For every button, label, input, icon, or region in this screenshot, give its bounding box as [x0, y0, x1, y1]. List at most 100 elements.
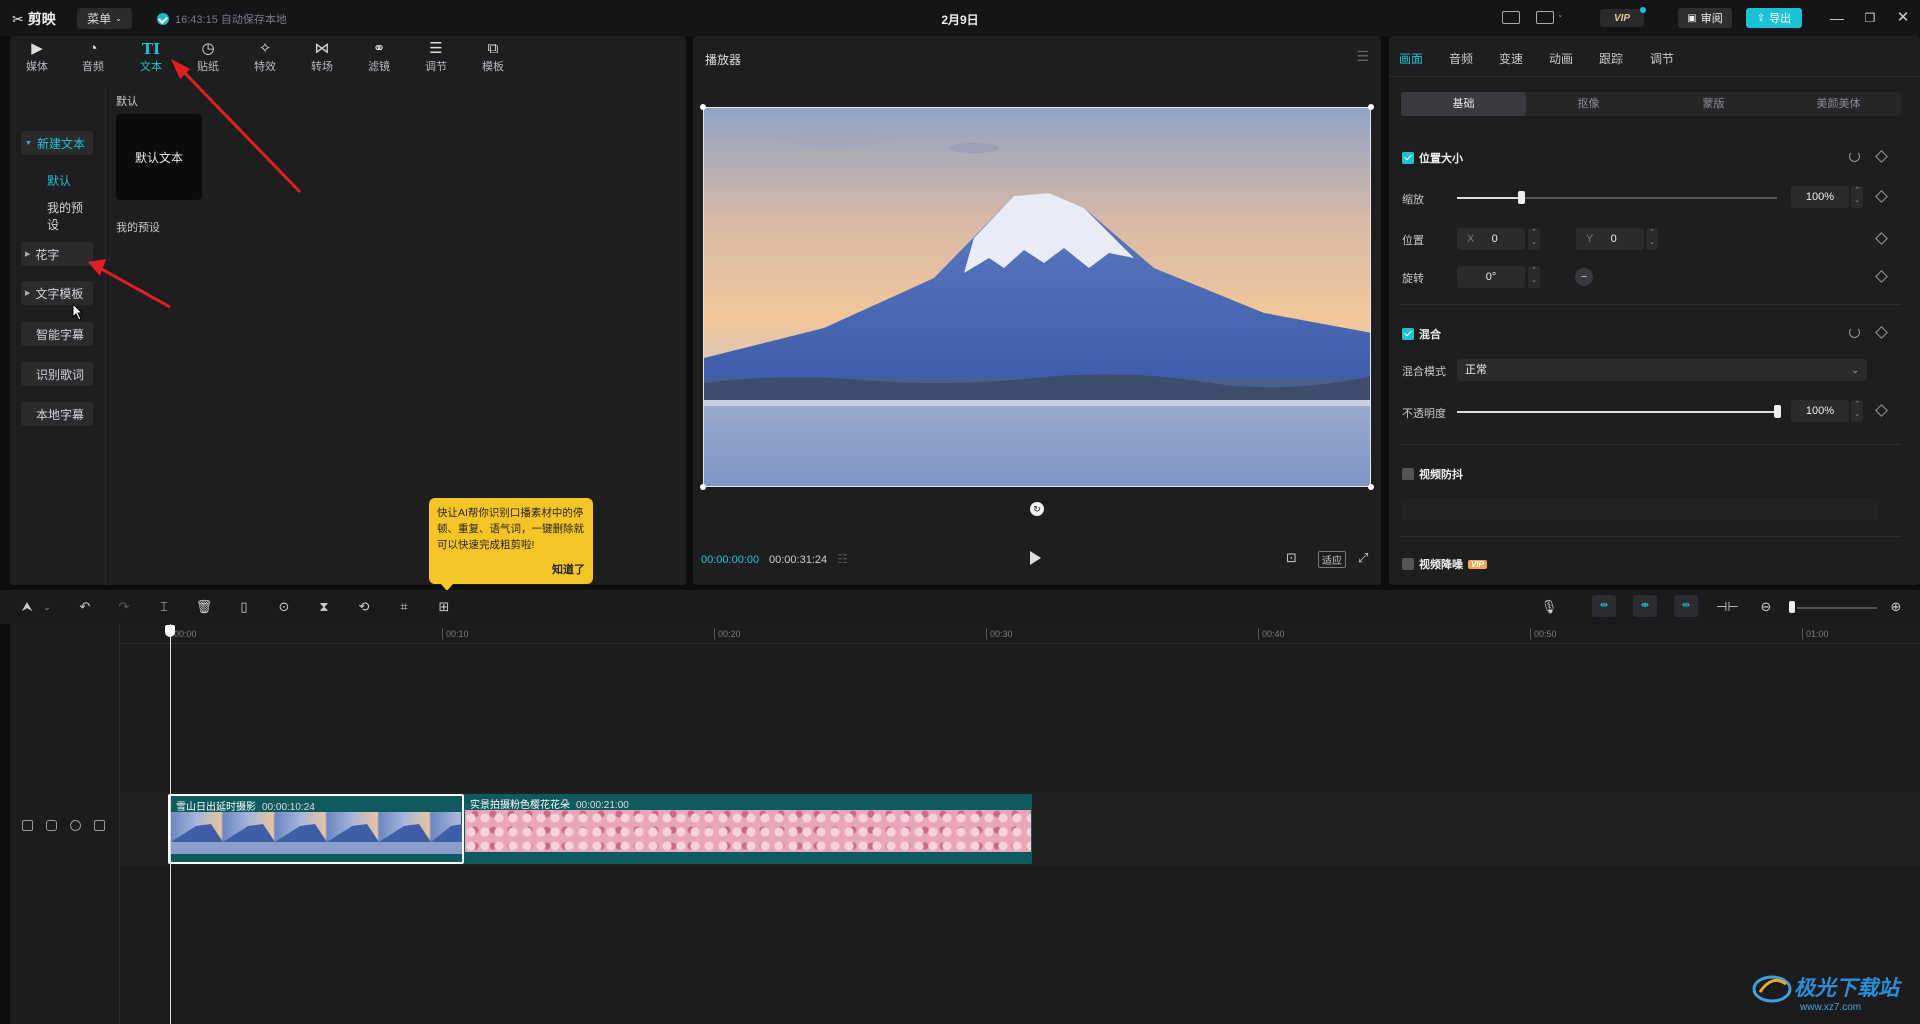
rotate-dial-icon[interactable]: –	[1575, 268, 1593, 286]
chevron-down-icon[interactable]: ⌄	[1557, 10, 1564, 19]
checkbox-unchecked-icon[interactable]	[1402, 558, 1414, 570]
subtab-basic[interactable]: 基础	[1401, 92, 1526, 116]
tab-picture[interactable]: 画面	[1399, 50, 1423, 67]
subtab-mask[interactable]: 蒙版	[1651, 92, 1776, 116]
scale-value-field[interactable]: 100%	[1791, 186, 1849, 208]
tab-filter[interactable]: ⚭ 滤镜	[357, 40, 401, 74]
sidebar-item-text-template[interactable]: ▶ 文字模板	[21, 281, 93, 305]
rotate-handle-icon[interactable]: ↻	[1030, 502, 1044, 516]
preview-axis-icon[interactable]: ⊣⊢	[1716, 599, 1739, 615]
position-y-stepper[interactable]: ⌃ ⌄	[1646, 228, 1658, 250]
position-x-field[interactable]: X0	[1457, 228, 1525, 250]
tooltip-ok-button[interactable]: 知道了	[552, 562, 585, 578]
resize-handle[interactable]	[700, 104, 706, 110]
chevron-down-icon[interactable]: ⌄	[38, 599, 56, 615]
lock-icon[interactable]	[46, 820, 57, 831]
eye-icon[interactable]	[70, 820, 81, 831]
zoom-in-icon[interactable]: ⊕	[1887, 599, 1905, 615]
restore-icon[interactable]: ❐	[1860, 8, 1880, 28]
tab-template[interactable]: ⧉ 模板	[471, 40, 515, 74]
checkbox-unchecked-icon[interactable]	[1402, 468, 1414, 480]
rotate-field[interactable]: 0°	[1457, 266, 1525, 288]
sidebar-item-local-subtitle[interactable]: 本地字幕	[21, 402, 93, 426]
tab-media[interactable]: ▶ 媒体	[15, 40, 59, 74]
microphone-icon[interactable]: 🎙	[1540, 599, 1558, 615]
opacity-stepper[interactable]: ⌃ ⌄	[1851, 400, 1863, 422]
zoom-slider-handle[interactable]	[1789, 601, 1795, 613]
keyframe-icon[interactable]	[1875, 232, 1888, 245]
smart-cut-icon[interactable]: ⊞	[435, 599, 453, 615]
video-clip-cherry-blossom[interactable]: 实景拍摄粉色樱花花朵 00:00:21:00	[464, 794, 1032, 864]
opacity-slider-handle[interactable]	[1774, 405, 1781, 418]
position-y-field[interactable]: Y0	[1576, 228, 1644, 250]
export-button[interactable]: ⇪ 导出	[1746, 8, 1802, 28]
blend-header[interactable]: 混合	[1402, 326, 1441, 342]
hamburger-menu-icon[interactable]: ☰	[1356, 48, 1369, 65]
checkbox-checked-icon[interactable]	[1402, 328, 1414, 340]
review-button[interactable]: ▣ 审阅	[1678, 8, 1732, 28]
tab-transition[interactable]: ⋈ 转场	[300, 40, 344, 74]
main-track-magnet-icon[interactable]: ⇹	[1592, 595, 1616, 617]
screenshot-icon[interactable]: ⊡	[1286, 550, 1297, 566]
sidebar-item-smart-subtitle[interactable]: 智能字幕	[21, 322, 93, 346]
position-size-header[interactable]: 位置大小	[1402, 150, 1463, 166]
shortcut-keyboard-icon[interactable]	[1502, 11, 1520, 24]
blend-mode-select[interactable]: 正常 ⌄	[1457, 359, 1867, 381]
vip-badge[interactable]: VIP	[1600, 9, 1644, 27]
reset-icon[interactable]	[1849, 327, 1860, 338]
position-x-stepper[interactable]: ⌃ ⌄	[1528, 228, 1540, 250]
tab-adjust[interactable]: 调节	[1650, 50, 1674, 67]
linkage-icon[interactable]: ⇹	[1674, 595, 1698, 617]
rotate-icon[interactable]: ⟲	[355, 599, 373, 615]
zoom-slider-track[interactable]	[1797, 607, 1877, 609]
close-icon[interactable]: ✕	[1893, 8, 1913, 28]
subtab-cutout[interactable]: 抠像	[1526, 92, 1651, 116]
video-clip-fuji[interactable]: 雪山日出延时摄影 00:00:10:24	[168, 794, 464, 864]
subtab-beauty[interactable]: 美颜美体	[1776, 92, 1901, 116]
freeze-icon[interactable]: ▯	[235, 599, 253, 615]
scale-slider-handle[interactable]	[1518, 191, 1525, 204]
play-icon[interactable]	[1030, 551, 1041, 565]
resize-handle[interactable]	[1368, 104, 1374, 110]
tab-text[interactable]: TI 文本	[129, 40, 173, 74]
zoom-out-icon[interactable]: ⊖	[1757, 599, 1775, 615]
tab-speed[interactable]: 变速	[1499, 50, 1523, 67]
reverse-play-icon[interactable]: ⊙	[275, 599, 293, 615]
keyframe-icon[interactable]	[1875, 270, 1888, 283]
keyframe-icon[interactable]	[1875, 190, 1888, 203]
tab-adjust[interactable]: ☰ 调节	[414, 40, 458, 74]
ratio-fit-button[interactable]: 适应	[1318, 551, 1346, 568]
resize-handle[interactable]	[700, 484, 706, 490]
auto-snap-icon[interactable]: ⇼	[1633, 595, 1657, 617]
stabilize-header[interactable]: 视频防抖	[1402, 466, 1463, 482]
fullscreen-icon[interactable]: ⤢	[1358, 550, 1368, 566]
sidebar-item-my-presets[interactable]: 我的预设	[21, 201, 93, 232]
split-icon[interactable]: ⌶	[155, 599, 173, 615]
opacity-value-field[interactable]: 100%	[1791, 400, 1849, 422]
sidebar-item-default[interactable]: 默认	[21, 168, 93, 192]
time-ruler[interactable]: 00:00 00:10 00:20 00:30 00:40 00:50 01:0…	[120, 624, 1920, 644]
undo-icon[interactable]: ↶	[76, 599, 94, 615]
playhead-handle[interactable]	[165, 625, 175, 637]
tab-audio[interactable]: 音频	[1449, 50, 1473, 67]
reset-icon[interactable]	[1849, 151, 1860, 162]
sidebar-item-fancy-text[interactable]: ▶ 花字	[21, 242, 93, 266]
checkbox-checked-icon[interactable]	[1402, 152, 1414, 164]
select-cursor-icon[interactable]: ⮝	[18, 599, 36, 615]
minimize-icon[interactable]: —	[1827, 8, 1847, 28]
video-preview[interactable]	[703, 107, 1371, 487]
tab-sticker[interactable]: ◷ 贴纸	[186, 40, 230, 74]
tab-effects[interactable]: ✧ 特效	[243, 40, 287, 74]
layout-icon[interactable]	[1536, 11, 1554, 24]
sidebar-item-new-text[interactable]: ▼ 新建文本	[21, 131, 93, 155]
mirror-icon[interactable]: ⧗	[315, 599, 333, 615]
tab-tracking[interactable]: 跟踪	[1599, 50, 1623, 67]
scale-stepper[interactable]: ⌃ ⌄	[1851, 186, 1863, 208]
resize-handle[interactable]	[1368, 484, 1374, 490]
playhead[interactable]	[165, 624, 175, 1024]
denoise-header[interactable]: 视频降噪 VIP	[1402, 556, 1487, 572]
keyframe-icon[interactable]	[1875, 326, 1888, 339]
crop-icon[interactable]: ⌗	[395, 599, 413, 615]
keyframe-icon[interactable]	[1875, 404, 1888, 417]
tab-audio[interactable]: ◔ 音频	[71, 40, 115, 74]
